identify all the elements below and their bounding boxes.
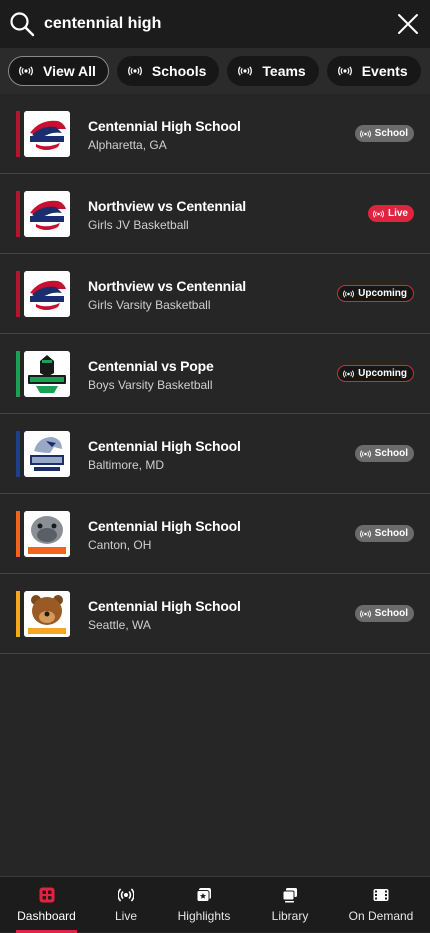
live-badge: Live — [367, 205, 414, 222]
result-subtitle: Seattle, WA — [88, 618, 151, 632]
badge-label: School — [374, 608, 408, 619]
centennial-knights-logo-icon — [24, 111, 70, 157]
filter-chip-label: Schools — [151, 63, 207, 79]
school-badge: School — [354, 445, 414, 462]
result-title: Centennial High School — [88, 438, 241, 454]
result-subtitle: Boys Varsity Basketball — [88, 378, 213, 392]
accent-bar — [16, 271, 20, 317]
search-icon[interactable] — [9, 11, 35, 37]
broadcast-icon — [359, 529, 371, 538]
centennial-knights-logo-icon — [24, 271, 70, 317]
badge-label: School — [374, 448, 408, 459]
broadcast-icon — [343, 369, 355, 378]
broadcast-icon — [373, 209, 384, 218]
tab-label: On Demand — [348, 909, 414, 923]
upcoming-badge: Upcoming — [337, 365, 414, 382]
tab-label: Live — [114, 909, 137, 923]
broadcast-icon — [128, 66, 142, 76]
bears-logo-icon — [24, 591, 70, 637]
search-input[interactable] — [44, 13, 374, 35]
list-item[interactable]: Centennial High School Seattle, WA Schoo… — [0, 574, 430, 654]
bulldogs-logo-icon — [24, 511, 70, 557]
result-title: Centennial High School — [88, 598, 241, 614]
badge-label: School — [374, 128, 408, 139]
accent-bar — [16, 351, 20, 397]
tab-on-demand[interactable]: On Demand — [344, 877, 418, 933]
result-subtitle: Canton, OH — [88, 538, 152, 552]
broadcast-icon — [118, 888, 134, 902]
result-title: Centennial High School — [88, 518, 241, 534]
filter-chip-teams[interactable]: Teams — [227, 56, 319, 86]
tab-live[interactable]: Live — [106, 877, 146, 933]
dashboard-icon — [39, 887, 54, 903]
tab-label: Dashboard — [17, 909, 76, 923]
eagles-logo-icon — [24, 431, 70, 477]
result-subtitle: Girls Varsity Basketball — [88, 298, 211, 312]
search-bar — [0, 0, 430, 48]
filter-chip-events[interactable]: Events — [326, 56, 421, 86]
film-icon — [373, 889, 389, 901]
badge-label: Upcoming — [358, 288, 407, 299]
tab-label: Highlights — [177, 909, 231, 923]
library-icon — [282, 888, 297, 903]
broadcast-icon — [238, 66, 253, 76]
broadcast-icon — [337, 66, 352, 76]
school-badge: School — [354, 525, 414, 542]
filter-chip-label: Teams — [262, 63, 306, 79]
list-item[interactable]: Centennial vs Pope Boys Varsity Basketba… — [0, 334, 430, 414]
result-subtitle: Alpharetta, GA — [88, 138, 167, 152]
broadcast-icon — [359, 449, 371, 458]
tab-library[interactable]: Library — [266, 877, 314, 933]
result-title: Centennial High School — [88, 118, 241, 134]
result-subtitle: Girls JV Basketball — [88, 218, 189, 232]
broadcast-icon — [19, 66, 33, 76]
tab-highlights[interactable]: Highlights — [172, 877, 236, 933]
upcoming-badge: Upcoming — [337, 285, 414, 302]
badge-label: School — [374, 528, 408, 539]
highlights-icon — [196, 888, 211, 902]
badge-label: Upcoming — [358, 368, 407, 379]
broadcast-icon — [359, 129, 371, 138]
result-title: Northview vs Centennial — [88, 278, 246, 294]
list-item[interactable]: Northview vs Centennial Girls Varsity Ba… — [0, 254, 430, 334]
list-item[interactable]: Centennial High School Baltimore, MD Sch… — [0, 414, 430, 494]
accent-bar — [16, 191, 20, 237]
filter-chips: View All Schools Teams Events — [0, 48, 430, 94]
accent-bar — [16, 591, 20, 637]
accent-bar — [16, 511, 20, 557]
school-badge: School — [354, 605, 414, 622]
list-item[interactable]: Northview vs Centennial Girls JV Basketb… — [0, 174, 430, 254]
badge-label: Live — [387, 208, 408, 219]
filter-chip-label: View All — [43, 63, 96, 79]
result-title: Northview vs Centennial — [88, 198, 246, 214]
tab-label: Library — [271, 909, 309, 923]
accent-bar — [16, 431, 20, 477]
search-results-list: Centennial High School Alpharetta, GA Sc… — [0, 94, 430, 654]
broadcast-icon — [359, 609, 371, 618]
spartans-logo-icon — [24, 351, 70, 397]
bottom-tab-bar: Dashboard Live Highlights Library On Dem… — [0, 876, 430, 933]
close-icon[interactable] — [397, 13, 419, 35]
result-subtitle: Baltimore, MD — [88, 458, 165, 472]
filter-chip-label: Events — [361, 63, 408, 79]
filter-chip-view-all[interactable]: View All — [8, 56, 109, 86]
accent-bar — [16, 111, 20, 157]
tab-dashboard[interactable]: Dashboard — [16, 877, 77, 933]
broadcast-icon — [343, 289, 355, 298]
school-badge: School — [354, 125, 414, 142]
list-item[interactable]: Centennial High School Canton, OH School — [0, 494, 430, 574]
filter-chip-schools[interactable]: Schools — [116, 56, 220, 86]
centennial-knights-logo-icon — [24, 191, 70, 237]
list-item[interactable]: Centennial High School Alpharetta, GA Sc… — [0, 94, 430, 174]
result-title: Centennial vs Pope — [88, 358, 214, 374]
